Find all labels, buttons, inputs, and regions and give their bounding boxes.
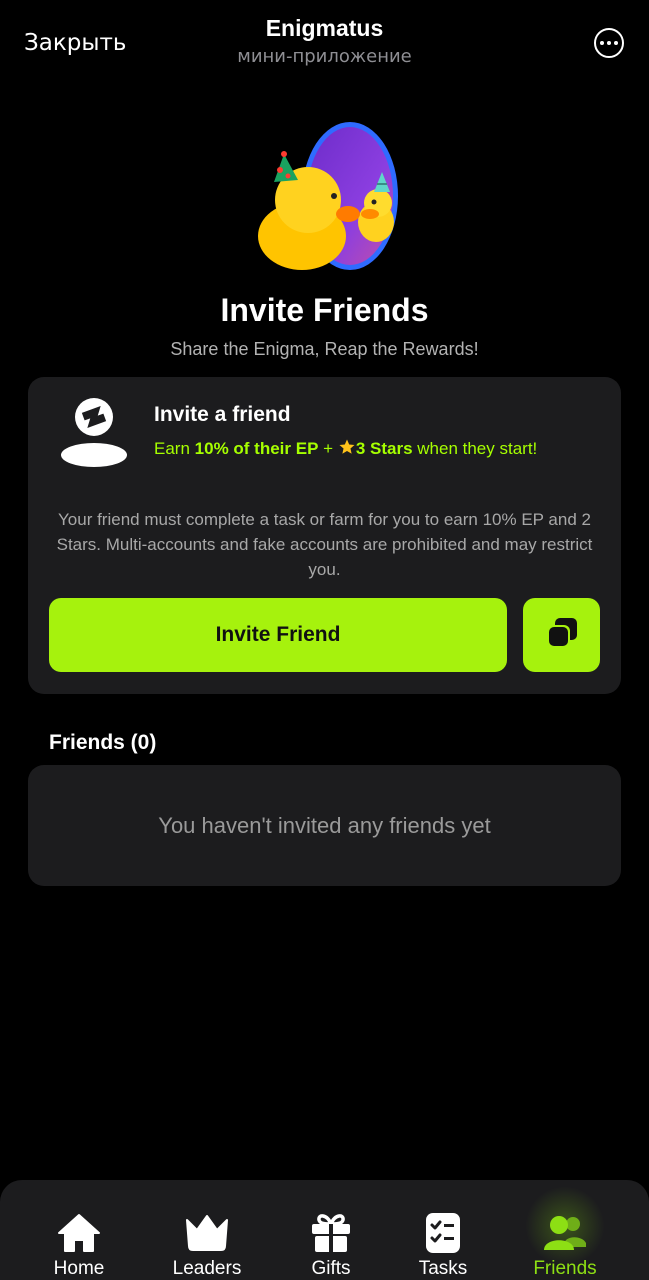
nav-item-friends[interactable]: Friends — [510, 1180, 620, 1280]
more-menu-button[interactable] — [594, 28, 624, 58]
friends-empty-card: You haven't invited any friends yet — [28, 765, 621, 886]
nav-label-tasks: Tasks — [418, 1258, 468, 1279]
gift-icon — [308, 1210, 354, 1256]
page-subtitle: Share the Enigma, Reap the Rewards! — [170, 339, 479, 359]
user-with-logo-icon — [58, 395, 130, 467]
friends-empty-text: You haven't invited any friends yet — [158, 812, 491, 838]
nav-item-home[interactable]: Home — [24, 1180, 134, 1280]
app-subtitle: мини-приложение — [237, 46, 412, 67]
invite-reward-text: Earn 10% of their EP + 3 Stars when they… — [154, 438, 537, 461]
invite-note: Your friend must complete a task or farm… — [56, 510, 593, 579]
copy-link-button[interactable] — [523, 598, 600, 672]
nav-label-home: Home — [53, 1258, 105, 1279]
nav-item-tasks[interactable]: Tasks — [388, 1180, 498, 1280]
copy-icon — [543, 614, 581, 657]
ducks-party-illustration — [250, 118, 410, 278]
home-icon — [56, 1210, 102, 1256]
checklist-icon — [420, 1210, 466, 1256]
crown-icon — [184, 1210, 230, 1256]
app-title: Enigmatus — [265, 15, 384, 41]
invite-heading: Invite a friend — [154, 403, 291, 426]
nav-label-leaders: Leaders — [172, 1258, 242, 1279]
invite-card: Invite a friend Earn 10% of their EP + 3… — [28, 377, 621, 694]
page-title: Invite Friends — [220, 292, 429, 328]
bottom-nav: Home Leaders Gifts Tasks Friends — [0, 1180, 649, 1280]
nav-label-friends: Friends — [533, 1258, 597, 1279]
friends-heading: Friends (0) — [49, 731, 157, 754]
nav-label-gifts: Gifts — [311, 1258, 351, 1279]
more-horizontal-icon — [600, 41, 618, 45]
star-icon — [338, 438, 356, 461]
users-icon — [542, 1210, 588, 1256]
nav-item-gifts[interactable]: Gifts — [276, 1180, 386, 1280]
nav-item-leaders[interactable]: Leaders — [152, 1180, 262, 1280]
invite-friend-button[interactable]: Invite Friend — [49, 598, 507, 672]
